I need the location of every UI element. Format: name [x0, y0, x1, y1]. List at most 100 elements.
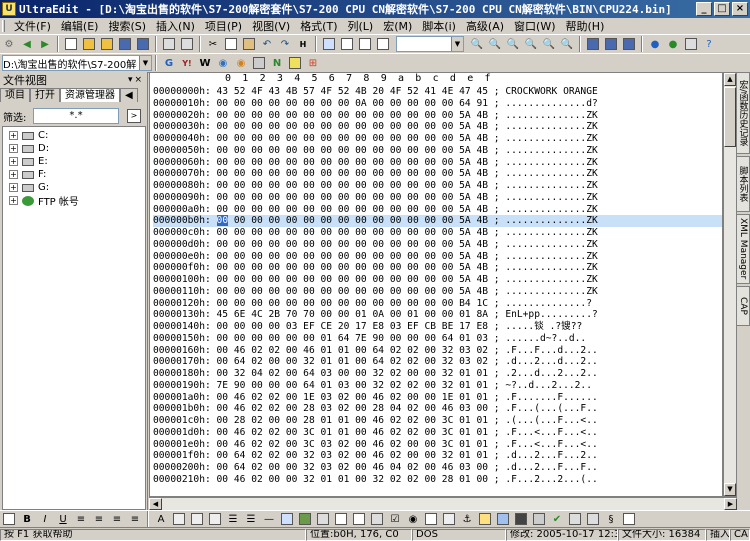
search-web-icon[interactable]: ◉ — [233, 55, 249, 71]
close-button[interactable]: × — [732, 2, 748, 16]
tab-xml-manager[interactable]: XML Manager — [737, 214, 750, 284]
sort-icon[interactable] — [1, 511, 17, 527]
hex-row[interactable]: 00000080h: 00 00 00 00 00 00 00 00 00 00… — [153, 180, 722, 192]
radio-icon[interactable]: ◉ — [405, 511, 421, 527]
copy-icon[interactable] — [223, 36, 239, 52]
tree-drive-e[interactable]: + E: — [3, 155, 145, 168]
media-icon[interactable] — [513, 511, 529, 527]
print-icon[interactable] — [161, 36, 177, 52]
scroll-down-icon[interactable]: ▼ — [724, 483, 736, 496]
hex-editor[interactable]: 0123456789abcdef 00000000h: 43 52 4F 43 … — [149, 72, 723, 497]
tab-scroll-left-icon[interactable]: ◀ — [120, 88, 138, 102]
hex-row[interactable]: 000000d0h: 00 00 00 00 00 00 00 00 00 00… — [153, 239, 722, 251]
toolbar-dropdown[interactable]: ▼ — [396, 36, 464, 52]
replace-icon[interactable]: 🔍 — [523, 36, 539, 52]
menu-edit[interactable]: 编辑(E) — [56, 18, 104, 34]
tree-ftp-account[interactable]: + FTP 帐号 — [3, 194, 145, 208]
hex-row[interactable]: 00000040h: 00 00 00 00 00 00 00 00 00 00… — [153, 133, 722, 145]
hex-row[interactable]: 00000140h: 00 00 00 00 03 EF CE 20 17 E8… — [153, 321, 722, 333]
hex-row[interactable]: 00000130h: 45 6E 4C 2B 70 70 00 00 01 0A… — [153, 309, 722, 321]
hex-row[interactable]: 00000000h: 43 52 4F 43 4B 57 4F 52 4B 20… — [153, 86, 722, 98]
checkbox-icon[interactable]: ☑ — [387, 511, 403, 527]
hex-row[interactable]: 00000150h: 00 00 00 00 00 00 01 64 7E 90… — [153, 333, 722, 345]
tab-explorer[interactable]: 资源管理器 — [60, 88, 120, 102]
tree-drive-c[interactable]: + C: — [3, 129, 145, 142]
menu-script[interactable]: 脚本(i) — [417, 18, 461, 34]
hex-row[interactable]: 000001c0h: 00 28 02 00 00 28 01 01 00 46… — [153, 415, 722, 427]
textbox-icon[interactable] — [333, 511, 349, 527]
menu-macro[interactable]: 宏(M) — [378, 18, 417, 34]
italic-icon[interactable]: I — [37, 511, 53, 527]
filter-go-icon[interactable]: > — [127, 109, 141, 123]
indent-icon[interactable] — [357, 36, 373, 52]
menu-help[interactable]: 帮助(H) — [561, 18, 610, 34]
hex-row[interactable]: 00000020h: 00 00 00 00 00 00 00 00 00 00… — [153, 110, 722, 122]
tree-drive-d[interactable]: + D: — [3, 142, 145, 155]
tab-cap[interactable]: CAP — [737, 286, 750, 326]
print-preview-icon[interactable] — [179, 36, 195, 52]
scroll-left-icon[interactable]: ◀ — [149, 498, 162, 510]
hex-row[interactable]: 00000110h: 00 00 00 00 00 00 00 00 00 00… — [153, 286, 722, 298]
outdent-icon[interactable] — [375, 36, 391, 52]
replace-in-files-icon[interactable]: 🔍 — [559, 36, 575, 52]
table-col-icon[interactable] — [207, 511, 223, 527]
hex-mode-icon[interactable]: H — [295, 36, 311, 52]
tool-box-icon[interactable] — [251, 55, 267, 71]
image-icon[interactable] — [297, 511, 313, 527]
paste-icon[interactable] — [241, 36, 257, 52]
menu-view[interactable]: 视图(V) — [247, 18, 295, 34]
expand-icon[interactable]: + — [9, 183, 18, 192]
back-arrow-icon[interactable]: ◀ — [19, 36, 35, 52]
open-recent-icon[interactable] — [99, 36, 115, 52]
dictionary-icon[interactable]: ◉ — [215, 55, 231, 71]
menu-grip[interactable] — [2, 20, 5, 32]
expand-icon[interactable]: + — [9, 170, 18, 179]
menu-column[interactable]: 列(L) — [343, 18, 379, 34]
word-wrap-icon[interactable] — [339, 36, 355, 52]
script-icon[interactable] — [477, 511, 493, 527]
window-cascade-icon[interactable] — [621, 36, 637, 52]
wiki-icon[interactable]: W — [197, 55, 213, 71]
menu-project[interactable]: 项目(P) — [200, 18, 247, 34]
list-num-icon[interactable]: ☰ — [243, 511, 259, 527]
hex-row[interactable]: 00000010h: 00 00 00 00 00 00 00 00 0A 00… — [153, 98, 722, 110]
menu-format[interactable]: 格式(T) — [295, 18, 342, 34]
windows-icon[interactable]: ⊞ — [305, 55, 321, 71]
vertical-scrollbar[interactable]: ▲ ▼ — [723, 72, 737, 497]
hex-row[interactable]: 000000e0h: 00 00 00 00 00 00 00 00 00 00… — [153, 251, 722, 263]
save-icon[interactable] — [117, 36, 133, 52]
tools-icon[interactable] — [683, 36, 699, 52]
filter-input[interactable]: *.* — [33, 108, 119, 124]
tree-drive-f[interactable]: + F: — [3, 168, 145, 181]
save-all-icon[interactable] — [135, 36, 151, 52]
align-left-icon[interactable]: ≡ — [73, 511, 89, 527]
style-icon[interactable] — [495, 511, 511, 527]
hex-row[interactable]: 000001a0h: 00 46 02 02 00 1E 03 02 00 46… — [153, 392, 722, 404]
scroll-up-icon[interactable]: ▲ — [724, 73, 736, 86]
hex-row[interactable]: 00000060h: 00 00 00 00 00 00 00 00 00 00… — [153, 157, 722, 169]
preview-icon[interactable] — [531, 511, 547, 527]
cut-icon[interactable]: ✂ — [205, 36, 221, 52]
table-row-icon[interactable] — [189, 511, 205, 527]
align-center-icon[interactable]: ≡ — [91, 511, 107, 527]
maximize-button[interactable]: □ — [714, 2, 730, 16]
hex-row[interactable]: 00000030h: 00 00 00 00 00 00 00 00 00 00… — [153, 121, 722, 133]
window-tile-v-icon[interactable] — [603, 36, 619, 52]
tab-script-list[interactable]: 脚本列表 — [737, 156, 750, 212]
new-file-icon[interactable] — [63, 36, 79, 52]
textarea-icon[interactable] — [351, 511, 367, 527]
menu-insert[interactable]: 插入(N) — [151, 18, 200, 34]
tab-macro-history[interactable]: 宏/函数历史记录 — [737, 72, 750, 154]
align-right-icon[interactable]: ≡ — [109, 511, 125, 527]
select-icon[interactable] — [423, 511, 439, 527]
hex-row[interactable]: 00000090h: 00 00 00 00 00 00 00 00 00 00… — [153, 192, 722, 204]
forward-arrow-icon[interactable]: ▶ — [37, 36, 53, 52]
hex-row[interactable]: 000001e0h: 00 46 02 02 00 3C 03 02 00 46… — [153, 439, 722, 451]
expand-icon[interactable]: + — [9, 144, 18, 153]
hex-row[interactable]: 00000200h: 00 64 02 00 00 32 03 02 00 46… — [153, 462, 722, 474]
scroll-thumb[interactable] — [724, 87, 736, 147]
find-next-icon[interactable]: 🔍 — [487, 36, 503, 52]
window-tile-h-icon[interactable] — [585, 36, 601, 52]
font-color-icon[interactable]: A — [153, 511, 169, 527]
hex-row[interactable]: 00000210h: 00 46 02 00 00 32 01 01 00 32… — [153, 474, 722, 486]
